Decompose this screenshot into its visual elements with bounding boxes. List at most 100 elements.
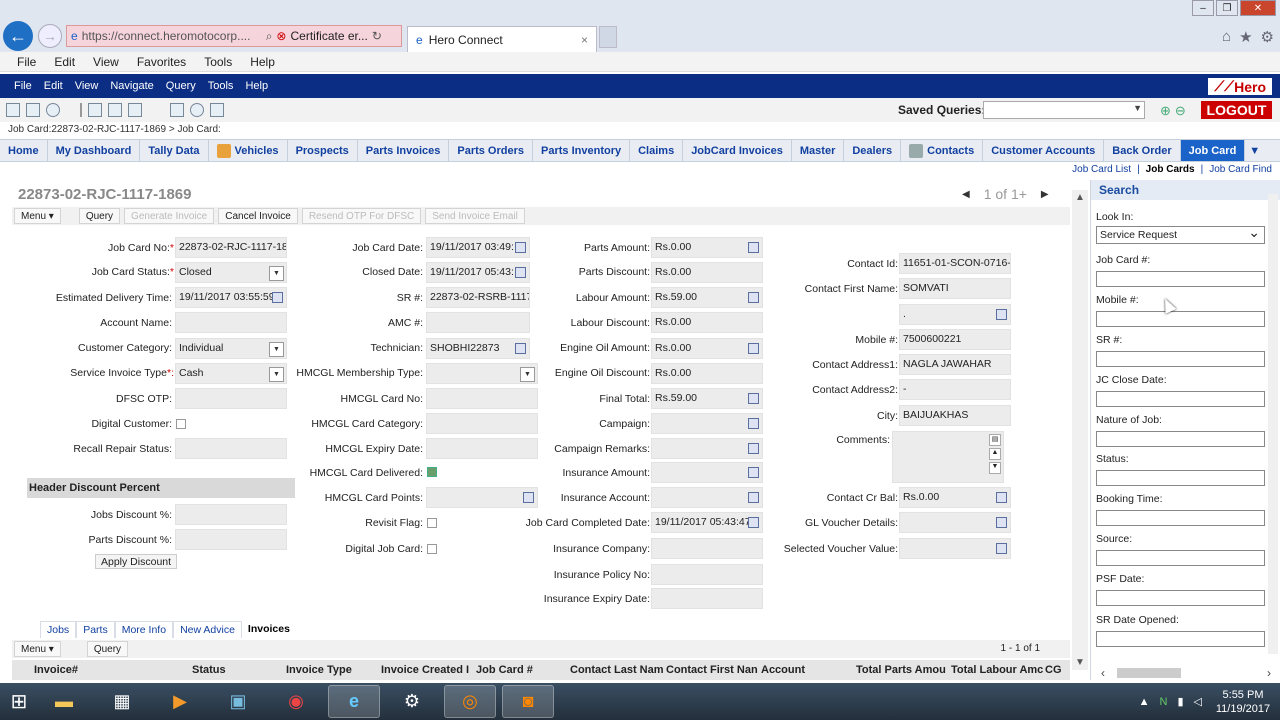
taskbar-control-panel[interactable]: ▣ <box>212 685 264 718</box>
campaign-remarks-field[interactable] <box>651 438 763 459</box>
digital-job-card-checkbox[interactable] <box>427 544 437 554</box>
calendar-icon[interactable] <box>515 242 526 253</box>
recall-repair-field[interactable] <box>175 438 287 459</box>
picker-icon[interactable] <box>748 418 759 429</box>
mobile-field[interactable]: 7500600221 <box>899 329 1011 350</box>
link-job-card-list[interactable]: Job Card List <box>1072 164 1131 175</box>
nav-prospects[interactable]: Prospects <box>288 140 358 161</box>
back-button[interactable]: ← <box>3 21 33 51</box>
hmcgl-delivered-checkbox[interactable] <box>427 467 437 477</box>
taskbar-recorder[interactable]: ◎ <box>444 685 496 718</box>
zoom-out-icon[interactable]: ⊖ <box>1175 103 1186 119</box>
calculator-icon[interactable] <box>996 543 1007 554</box>
contact-extra-field[interactable]: . <box>899 304 1011 325</box>
app-menu-edit[interactable]: Edit <box>44 80 63 92</box>
col-contact-first-name[interactable]: Contact First Nan <box>666 664 761 676</box>
nav-jobcard-invoices[interactable]: JobCard Invoices <box>683 140 792 161</box>
tab-more-info[interactable]: More Info <box>114 621 174 638</box>
apply-discount-button[interactable]: Apply Discount <box>95 554 178 569</box>
col-invoice-created[interactable]: Invoice Created I <box>381 664 476 676</box>
tab-parts[interactable]: Parts <box>76 621 115 638</box>
scroll-down-icon[interactable]: ▼ <box>1075 657 1085 668</box>
app-menu-file[interactable]: File <box>14 80 32 92</box>
generate-invoice-button[interactable]: Generate Invoice <box>124 208 215 224</box>
parts-amount-field[interactable]: Rs.0.00 <box>651 237 763 258</box>
nav-master[interactable]: Master <box>792 140 845 161</box>
calculator-icon[interactable] <box>748 343 759 354</box>
gl-voucher-field[interactable] <box>899 512 1011 533</box>
nav-home[interactable]: Home <box>0 140 48 161</box>
col-total-labour[interactable]: Total Labour Amc <box>951 664 1045 676</box>
new-tab-button[interactable] <box>599 26 617 48</box>
nav-dealers[interactable]: Dealers <box>844 140 902 161</box>
nav-my-dashboard[interactable]: My Dashboard <box>48 140 141 161</box>
col-cg[interactable]: CG <box>1045 664 1069 676</box>
search-booking-input[interactable] <box>1096 510 1265 526</box>
taskbar-tool[interactable]: ⚙ <box>386 685 438 718</box>
nav-vehicles-wrap[interactable]: Vehicles <box>209 140 288 161</box>
picker-icon[interactable] <box>996 309 1007 320</box>
parts-discount-pct-field[interactable] <box>175 529 287 550</box>
col-contact-last-name[interactable]: Contact Last Nam <box>570 664 666 676</box>
labour-discount-field[interactable]: Rs.0.00 <box>651 312 763 333</box>
invoice-query-button[interactable]: Query <box>86 641 129 657</box>
col-invoice-no[interactable]: Invoice# <box>12 664 192 676</box>
copy-icon[interactable] <box>26 103 40 117</box>
help-icon[interactable] <box>108 103 122 117</box>
tab-new-advice[interactable]: New Advice <box>173 621 242 638</box>
taskbar-camera[interactable]: ◙ <box>502 685 554 718</box>
calendar-icon[interactable] <box>272 292 283 303</box>
contact-cr-bal-field[interactable]: Rs.0.00 <box>899 487 1011 508</box>
globe-icon[interactable] <box>46 103 60 117</box>
address-bar[interactable]: e https://connect.heromotocorp.... ⌕ ⊗ C… <box>66 25 402 47</box>
nav-customer-accounts[interactable]: Customer Accounts <box>983 140 1105 161</box>
col-invoice-type[interactable]: Invoice Type <box>286 664 381 676</box>
insurance-expiry-field[interactable] <box>651 588 763 609</box>
jc-completed-field[interactable]: 19/11/2017 05:43:47 <box>651 512 763 533</box>
main-scrollbar[interactable]: ▲ ▼ <box>1072 190 1088 670</box>
cert-error-label[interactable]: Certificate er... <box>290 29 367 43</box>
gear-icon[interactable]: ⚙ <box>1261 28 1274 46</box>
breadcrumb[interactable]: Job Card:22873-02-RJC-1117-1869 > Job Ca… <box>8 124 221 135</box>
engine-oil-discount-field[interactable]: Rs.0.00 <box>651 363 763 384</box>
picker-icon[interactable] <box>996 517 1007 528</box>
saved-queries-select[interactable] <box>983 101 1145 119</box>
tab-jobs[interactable]: Jobs <box>40 621 77 638</box>
browser-menu-tools[interactable]: Tools <box>204 55 232 69</box>
bar-chart-icon[interactable] <box>210 103 224 117</box>
hscroll-thumb[interactable] <box>1117 668 1181 678</box>
browser-menu-help[interactable]: Help <box>250 55 275 69</box>
link-job-cards[interactable]: Job Cards <box>1146 164 1195 175</box>
query-button[interactable]: Query <box>78 208 121 224</box>
dfsc-otp-field[interactable] <box>175 388 287 409</box>
calculator-icon[interactable] <box>748 467 759 478</box>
cancel-invoice-button[interactable]: Cancel Invoice <box>218 208 298 224</box>
zoom-in-icon[interactable]: ⊕ <box>1160 103 1171 119</box>
tray-arrow-icon[interactable]: ▲ <box>1139 696 1150 708</box>
taskbar-calculator[interactable]: ▦ <box>96 685 148 718</box>
nav-more-dropdown[interactable]: ▼ <box>1245 140 1264 161</box>
close-window-icon[interactable]: ✕ <box>1240 0 1276 16</box>
nav-parts-orders[interactable]: Parts Orders <box>449 140 534 161</box>
browser-menu-view[interactable]: View <box>93 55 119 69</box>
notes-icon[interactable] <box>748 443 759 454</box>
account-name-field[interactable] <box>175 312 287 333</box>
network-icon[interactable]: ▮ <box>1177 695 1183 708</box>
menu-button[interactable]: Menu ▾ <box>14 208 61 224</box>
maximize-icon[interactable]: ❐ <box>1216 0 1238 16</box>
browser-menu-edit[interactable]: Edit <box>54 55 75 69</box>
forward-button[interactable]: → <box>38 24 62 48</box>
favorites-star-icon[interactable]: ★ <box>1239 28 1252 46</box>
browser-menu-favorites[interactable]: Favorites <box>137 55 186 69</box>
digital-customer-checkbox[interactable] <box>176 419 186 429</box>
look-in-select[interactable]: Service Request <box>1096 224 1265 244</box>
list-icon[interactable] <box>128 103 142 117</box>
nav-parts-inventory[interactable]: Parts Inventory <box>533 140 631 161</box>
job-card-status-select[interactable]: Closed <box>175 262 287 283</box>
search-source-input[interactable] <box>1096 550 1265 566</box>
campaign-field[interactable] <box>651 413 763 434</box>
insurance-policy-field[interactable] <box>651 564 763 585</box>
nav-job-card[interactable]: Job Card <box>1180 140 1246 161</box>
notes-icon[interactable]: ▤ <box>989 434 1001 446</box>
service-invoice-type-select[interactable]: Cash <box>175 363 287 384</box>
